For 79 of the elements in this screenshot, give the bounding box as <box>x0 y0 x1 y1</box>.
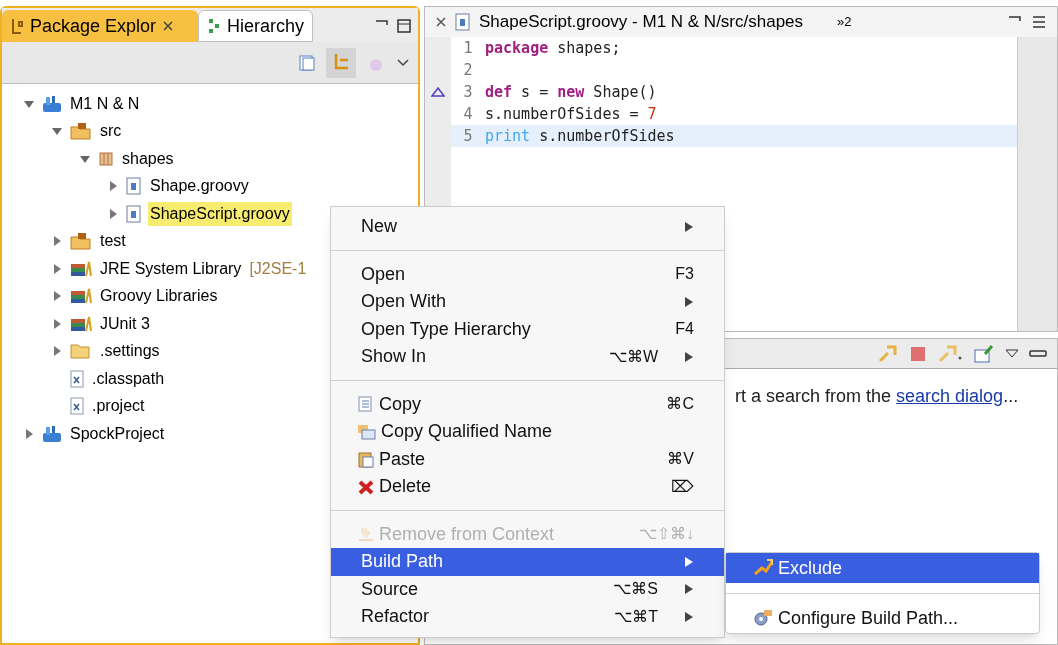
menu-item[interactable]: Refactor ⌥⌘T <box>331 603 724 631</box>
menu-item[interactable]: Copy ⌘C <box>331 390 724 418</box>
tree-item[interactable]: .settings <box>98 339 162 364</box>
close-icon[interactable] <box>435 16 447 28</box>
view-menu-icon[interactable] <box>1005 348 1019 359</box>
search-dialog-link[interactable]: search dialog <box>896 386 1004 406</box>
groovy-file-icon <box>126 177 142 196</box>
menu-item[interactable]: Open F3 <box>331 260 724 288</box>
shortcut-label: ⌥⌘W <box>608 346 658 367</box>
code-line: print s.numberOfSides <box>485 125 675 147</box>
groovy-file-icon <box>126 204 142 223</box>
code-line: s.numberOfSides = 7 <box>485 103 657 125</box>
tree-item[interactable]: Shape.groovy <box>148 174 251 199</box>
tree-item-suffix: [J2SE-1 <box>249 258 307 279</box>
close-icon[interactable] <box>162 20 175 32</box>
menu-item[interactable]: Copy Qualified Name <box>331 418 724 446</box>
hierarchy-icon <box>207 17 222 35</box>
shortcut-label: ⌥⇧⌘↓ <box>639 524 694 545</box>
tree-item[interactable]: JUnit 3 <box>98 311 152 336</box>
stop-icon[interactable] <box>909 344 927 363</box>
overflow-count[interactable]: »2 <box>837 12 852 32</box>
tree-item[interactable]: test <box>98 229 128 254</box>
menu-item[interactable]: Paste ⌘V <box>331 445 724 473</box>
menu-item[interactable]: Show In ⌥⌘W <box>331 343 724 371</box>
maximize-icon[interactable] <box>396 18 412 34</box>
menu-item[interactable]: Delete ⌦ <box>331 473 724 501</box>
scrollbar[interactable] <box>1017 37 1057 331</box>
view-tab[interactable]: Hierarchy <box>198 10 314 42</box>
menu-item[interactable]: Open With <box>331 288 724 316</box>
menu-item[interactable]: Build Path <box>331 548 724 576</box>
menu-item[interactable]: Open Type Hierarchy F4 <box>331 315 724 343</box>
xml-file-icon <box>70 369 84 388</box>
library-icon <box>70 315 92 332</box>
shortcut-label: ⌘V <box>667 449 694 470</box>
shortcut-label: F4 <box>675 319 694 340</box>
source-folder-icon <box>70 122 92 141</box>
collapse-all-icon[interactable] <box>298 53 316 72</box>
editor-tab[interactable]: ShapeScript.groovy - M1 N & N/src/shapes <box>479 9 804 35</box>
line-number: 4 <box>462 103 474 125</box>
line-number: 2 <box>462 59 474 81</box>
tree-item[interactable]: Groovy Libraries <box>98 284 220 309</box>
tree-item[interactable]: JRE System Library <box>98 256 244 281</box>
line-number: 5 <box>462 125 474 147</box>
tree-item[interactable]: SpockProject <box>68 421 167 446</box>
groovy-file-icon <box>455 13 471 31</box>
paste-icon <box>357 450 375 469</box>
menu-item[interactable]: Exclude <box>726 553 1039 583</box>
minimize-icon[interactable] <box>1029 348 1047 359</box>
chevron-down-icon[interactable] <box>396 57 410 68</box>
tree-item[interactable]: .classpath <box>90 366 167 391</box>
tree-item[interactable]: .project <box>90 394 147 419</box>
copy-icon <box>357 395 375 414</box>
tree-item[interactable]: ShapeScript.groovy <box>148 201 292 226</box>
view-tab[interactable]: Package Explor <box>2 10 199 42</box>
library-icon <box>70 288 92 305</box>
menu-item[interactable]: Configure Build Path... <box>726 603 1039 633</box>
line-number: 3 <box>462 81 474 103</box>
library-icon <box>70 260 92 277</box>
project-icon <box>42 424 62 443</box>
project-icon <box>42 94 62 113</box>
tree-item[interactable]: shapes <box>120 146 176 171</box>
shortcut-label: ⌥⌘S <box>613 579 658 600</box>
source-folder-icon <box>70 232 92 251</box>
menu-item[interactable]: New <box>331 213 724 241</box>
search-hint: rt a search from the search dialog... <box>735 385 1020 408</box>
menu-item[interactable]: Source ⌥⌘S <box>331 575 724 603</box>
shortcut-label: F3 <box>675 264 694 285</box>
warning-marker-icon[interactable] <box>431 87 445 97</box>
tree-item[interactable]: M1 N & N <box>68 91 142 116</box>
line-number: 1 <box>462 37 474 59</box>
xml-file-icon <box>70 397 84 416</box>
shortcut-label: ⌘C <box>666 394 694 415</box>
folder-icon <box>70 343 92 360</box>
code-line: package shapes; <box>485 37 621 59</box>
menu-icon[interactable] <box>1031 14 1047 30</box>
shortcut-label: ⌦ <box>671 476 694 497</box>
code-line: def s = new Shape() <box>485 81 657 103</box>
tree-item[interactable]: src <box>98 119 124 144</box>
shortcut-label: ⌥⌘T <box>614 606 658 627</box>
